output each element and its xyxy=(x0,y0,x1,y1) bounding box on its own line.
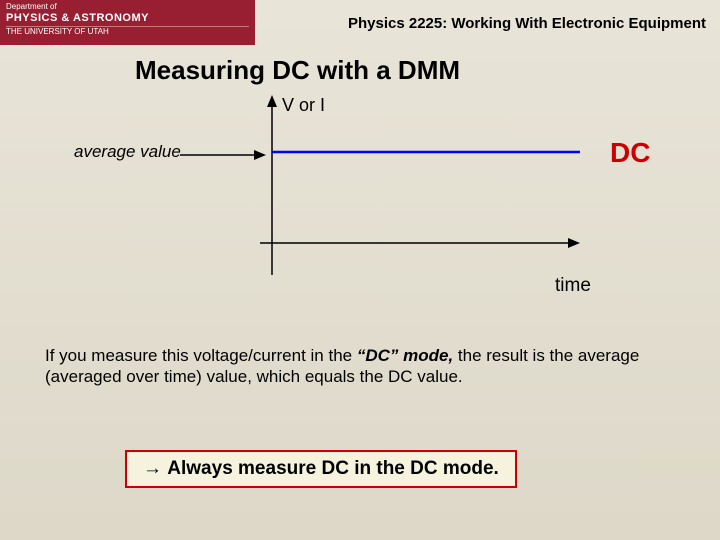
y-axis-arrowhead-icon xyxy=(267,95,277,107)
callout-text: Always measure DC in the DC mode. xyxy=(162,458,499,479)
dc-chart xyxy=(260,95,580,275)
body-text: If you measure this voltage/current in t… xyxy=(45,345,670,388)
arrow-right-icon xyxy=(254,150,266,160)
x-axis-label: time xyxy=(555,275,591,297)
course-title: Physics 2225: Working With Electronic Eq… xyxy=(348,15,706,32)
callout-box: → Always measure DC in the DC mode. xyxy=(125,450,517,488)
body-em: “DC” mode, xyxy=(357,346,453,365)
x-axis-arrowhead-icon xyxy=(568,238,580,248)
astro-line: PHYSICS & ASTRONOMY xyxy=(6,12,249,24)
average-value-label: average value xyxy=(74,142,181,162)
body-pre: If you measure this voltage/current in t… xyxy=(45,346,357,365)
arrow-right-icon: → xyxy=(143,458,162,479)
dept-logo: Department of PHYSICS & ASTRONOMY THE UN… xyxy=(0,0,255,45)
slide-title: Measuring DC with a DMM xyxy=(135,55,460,86)
dept-line: Department of xyxy=(6,3,249,12)
univ-line: THE UNIVERSITY OF UTAH xyxy=(6,26,249,37)
avg-arrow xyxy=(180,150,266,160)
dc-label: DC xyxy=(610,137,650,169)
